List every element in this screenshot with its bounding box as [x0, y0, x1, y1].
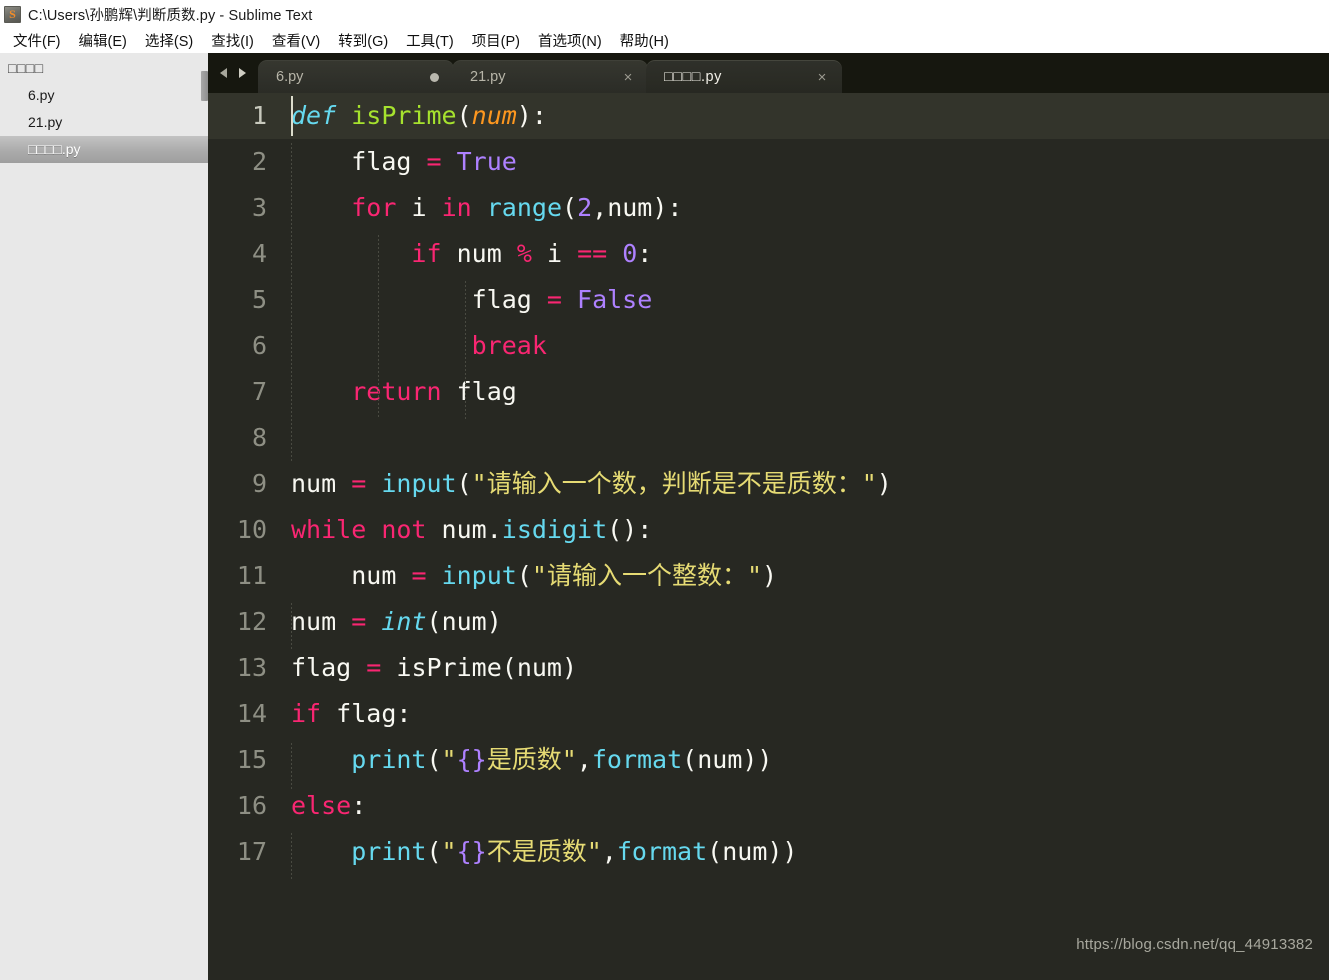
- title-bar: S C:\Users\孙鹏辉\判断质数.py - Sublime Text: [0, 0, 1329, 28]
- window-title: C:\Users\孙鹏辉\判断质数.py - Sublime Text: [28, 7, 313, 24]
- code-editor[interactable]: 1 def isPrime(num): 2 flag = True 3 for i i…: [208, 93, 1329, 980]
- line-number: 4: [251, 239, 267, 268]
- tab-close-icon[interactable]: ×: [620, 69, 636, 85]
- menu-item-selection[interactable]: 选择(S): [136, 28, 202, 54]
- sublime-text-icon: S: [4, 5, 21, 23]
- code-line-text[interactable]: flag = False: [275, 277, 1329, 323]
- code-line-text[interactable]: num = input("请输入一个数，判断是不是质数："): [275, 461, 1329, 507]
- line-number: 12: [236, 607, 267, 636]
- tab-navigation[interactable]: [210, 53, 258, 93]
- tab-21-py[interactable]: 21.py ×: [452, 60, 648, 93]
- code-line[interactable]: 14 if flag:: [208, 691, 1329, 737]
- code-line[interactable]: 15 print("{}是质数",format(num)): [208, 737, 1329, 783]
- code-line[interactable]: 4 if num % i == 0:: [208, 231, 1329, 277]
- menu-item-preferences[interactable]: 首选项(N): [529, 28, 611, 54]
- line-number: 5: [251, 285, 267, 314]
- line-number: 10: [236, 515, 267, 544]
- line-number: 15: [236, 745, 267, 774]
- code-line-text[interactable]: num = input("请输入一个整数："): [275, 553, 1329, 599]
- text-caret: [291, 96, 293, 136]
- code-line-text[interactable]: print("{}是质数",format(num)): [275, 737, 1329, 783]
- menu-item-goto[interactable]: 转到(G): [329, 28, 397, 54]
- line-number: 11: [236, 561, 267, 590]
- sidebar-scrollbar[interactable]: [201, 71, 208, 101]
- tab-label: □□□□.py: [664, 69, 722, 85]
- tab-6-py[interactable]: 6.py: [258, 60, 454, 93]
- code-line-text[interactable]: else:: [275, 783, 1329, 829]
- menu-item-find[interactable]: 查找(I): [202, 28, 263, 54]
- code-line[interactable]: 5 flag = False: [208, 277, 1329, 323]
- sidebar-file-21[interactable]: 21.py: [0, 109, 208, 136]
- watermark: https://blog.csdn.net/qq_44913382: [1076, 936, 1313, 953]
- code-line[interactable]: 11 num = input("请输入一个整数："): [208, 553, 1329, 599]
- code-line-text[interactable]: flag = isPrime(num): [275, 645, 1329, 691]
- code-line[interactable]: 3 for i in range(2,num):: [208, 185, 1329, 231]
- menu-bar: 文件(F) 编辑(E) 选择(S) 查找(I) 查看(V) 转到(G) 工具(T…: [0, 28, 1329, 53]
- code-line[interactable]: 1 def isPrime(num):: [208, 93, 1329, 139]
- code-line-text[interactable]: break: [275, 323, 1329, 369]
- code-line-text[interactable]: return flag: [275, 369, 1329, 415]
- sidebar: □□□□ 6.py 21.py □□□□.py: [0, 53, 208, 980]
- line-number: 16: [236, 791, 267, 820]
- tab-label: 21.py: [470, 69, 506, 85]
- code-line[interactable]: 16 else:: [208, 783, 1329, 829]
- line-number: 1: [251, 101, 267, 130]
- app-icon-glyph: S: [9, 7, 16, 21]
- menu-item-view[interactable]: 查看(V): [263, 28, 329, 54]
- code-line[interactable]: 13 flag = isPrime(num): [208, 645, 1329, 691]
- menu-item-tools[interactable]: 工具(T): [397, 28, 463, 54]
- line-number: 17: [236, 837, 267, 866]
- tab-close-icon[interactable]: ×: [814, 69, 830, 85]
- code-line-text[interactable]: if num % i == 0:: [275, 231, 1329, 277]
- code-line-text[interactable]: print("{}不是质数",format(num)): [275, 829, 1329, 875]
- line-number: 8: [251, 423, 267, 452]
- editor-pane: 6.py 21.py × □□□□.py × 1 def isPrime(num)…: [208, 53, 1329, 980]
- tab-modified-dot-icon[interactable]: [430, 72, 439, 82]
- code-line[interactable]: 12 num = int(num): [208, 599, 1329, 645]
- line-number: 14: [236, 699, 267, 728]
- code-line-text[interactable]: num = int(num): [275, 599, 1329, 645]
- line-number: 6: [251, 331, 267, 360]
- menu-item-edit[interactable]: 编辑(E): [70, 28, 136, 54]
- code-line-text[interactable]: if flag:: [275, 691, 1329, 737]
- sidebar-header: □□□□: [8, 60, 44, 76]
- code-line[interactable]: 7 return flag: [208, 369, 1329, 415]
- line-number: 3: [251, 193, 267, 222]
- code-line[interactable]: 10 while not num.isdigit():: [208, 507, 1329, 553]
- code-line[interactable]: 6 break: [208, 323, 1329, 369]
- sidebar-file-active[interactable]: □□□□.py: [0, 136, 208, 163]
- line-number: 13: [236, 653, 267, 682]
- tab-active-file[interactable]: □□□□.py ×: [646, 60, 842, 93]
- code-line-text[interactable]: while not num.isdigit():: [275, 507, 1329, 553]
- tab-label: 6.py: [276, 69, 304, 85]
- sidebar-file-6[interactable]: 6.py: [0, 82, 208, 109]
- menu-item-project[interactable]: 项目(P): [463, 28, 529, 54]
- code-line-text[interactable]: flag = True: [275, 139, 1329, 185]
- line-number: 9: [251, 469, 267, 498]
- menu-item-file[interactable]: 文件(F): [4, 28, 70, 54]
- code-line-text[interactable]: def isPrime(num):: [275, 93, 1329, 139]
- code-line[interactable]: 2 flag = True: [208, 139, 1329, 185]
- tab-prev-arrow-icon[interactable]: [218, 66, 231, 80]
- line-number: 2: [251, 147, 267, 176]
- tab-bar: 6.py 21.py × □□□□.py ×: [208, 53, 1329, 93]
- tab-next-arrow-icon[interactable]: [235, 66, 248, 80]
- code-line[interactable]: 8: [208, 415, 1329, 461]
- main-area: □□□□ 6.py 21.py □□□□.py 6.py 21.py × □□□…: [0, 53, 1329, 980]
- code-line[interactable]: 17 print("{}不是质数",format(num)): [208, 829, 1329, 875]
- code-line-text[interactable]: for i in range(2,num):: [275, 185, 1329, 231]
- line-number: 7: [251, 377, 267, 406]
- menu-item-help[interactable]: 帮助(H): [611, 28, 678, 54]
- code-lines: 1 def isPrime(num): 2 flag = True 3 for i i…: [208, 93, 1329, 875]
- code-line[interactable]: 9 num = input("请输入一个数，判断是不是质数："): [208, 461, 1329, 507]
